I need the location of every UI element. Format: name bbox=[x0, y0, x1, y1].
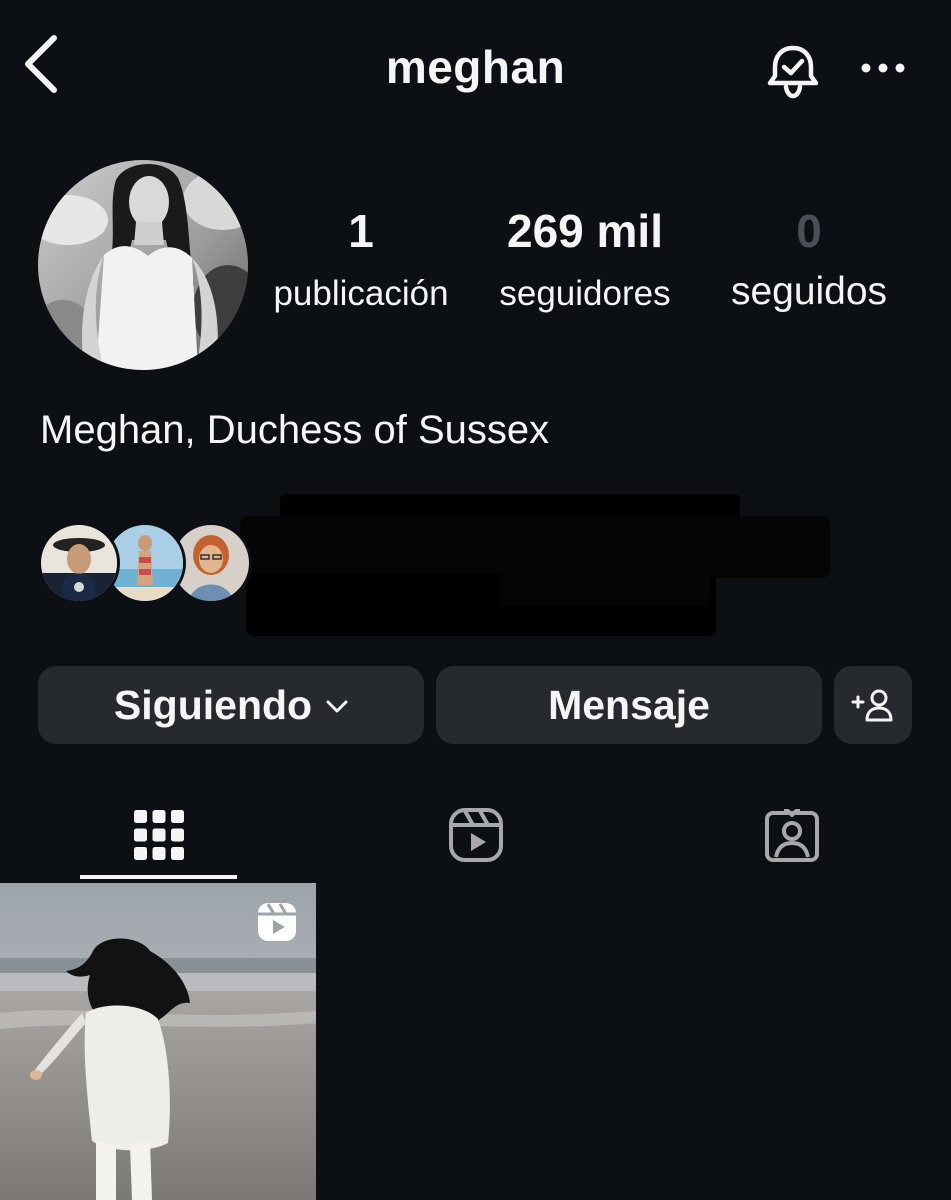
message-button-label: Mensaje bbox=[548, 681, 710, 728]
following-label: seguidos bbox=[730, 270, 888, 313]
profile-page: meghan 1 publicación 269 mil seguidores … bbox=[0, 0, 951, 1200]
following-button-label: Siguiendo bbox=[113, 681, 313, 728]
active-tab-indicator bbox=[80, 875, 237, 879]
posts-label: publicación bbox=[273, 274, 449, 313]
bell-check-icon bbox=[767, 45, 819, 99]
mutual-avatar-1 bbox=[38, 522, 120, 604]
profile-photo bbox=[38, 160, 248, 370]
top-bar: meghan bbox=[0, 0, 951, 140]
tab-tagged[interactable] bbox=[712, 790, 872, 880]
redacted-mutuals-text bbox=[240, 494, 830, 636]
chevron-down-icon bbox=[326, 700, 348, 713]
tab-reels[interactable] bbox=[396, 790, 556, 880]
reel-icon bbox=[258, 903, 296, 941]
posts-count: 1 bbox=[348, 205, 374, 257]
profile-full-name: Meghan, Duchess of Sussex bbox=[40, 408, 550, 452]
followers-label: seguidores bbox=[499, 274, 671, 313]
tagged-icon bbox=[765, 809, 819, 862]
followers-count: 269 mil bbox=[507, 205, 663, 257]
posts-stat[interactable]: 1 publicación bbox=[258, 208, 464, 311]
reels-icon bbox=[449, 808, 503, 862]
following-stat[interactable]: 0 seguidos bbox=[708, 208, 910, 311]
tab-grid[interactable] bbox=[80, 790, 237, 880]
profile-avatar[interactable] bbox=[38, 160, 248, 370]
message-button[interactable]: Mensaje bbox=[436, 666, 822, 744]
more-horizontal-icon bbox=[861, 63, 905, 73]
more-options-button[interactable] bbox=[858, 48, 908, 88]
followers-stat[interactable]: 269 mil seguidores bbox=[482, 208, 688, 311]
add-user-icon bbox=[851, 689, 893, 722]
following-button[interactable]: Siguiendo bbox=[38, 666, 424, 744]
following-count: 0 bbox=[796, 205, 822, 257]
mutual-followers[interactable] bbox=[38, 522, 268, 604]
grid-icon bbox=[133, 810, 184, 860]
notifications-button[interactable] bbox=[762, 40, 824, 102]
add-user-button[interactable] bbox=[834, 666, 912, 744]
post-thumbnail[interactable] bbox=[0, 883, 316, 1200]
